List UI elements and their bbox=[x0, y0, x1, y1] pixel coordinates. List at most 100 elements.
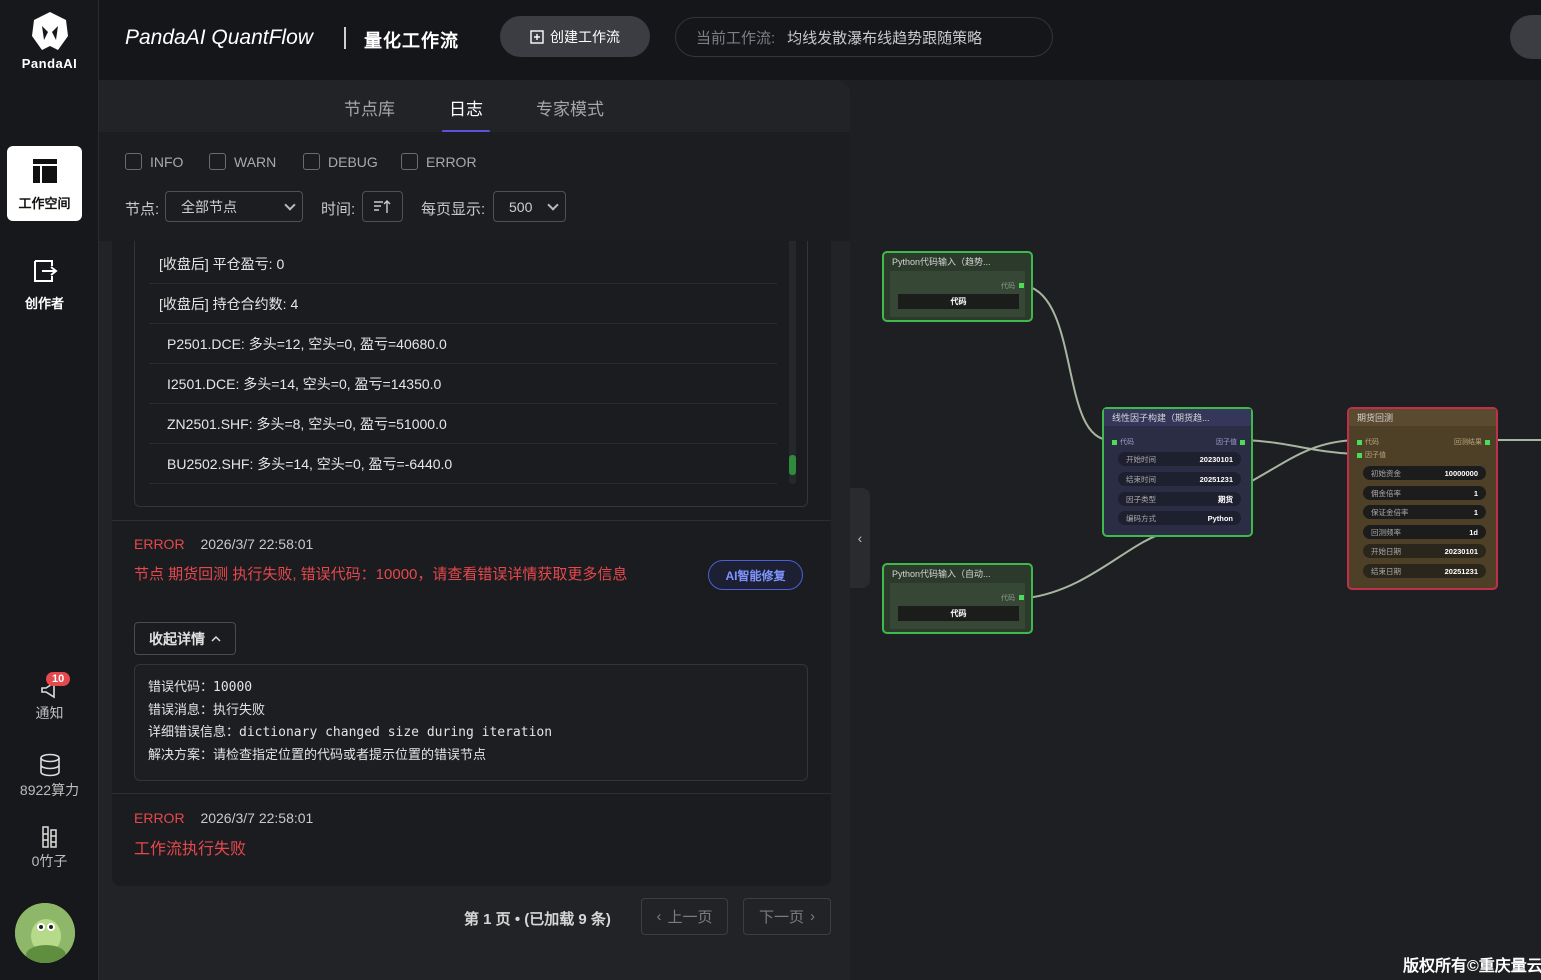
log-time: 2026/3/7 22:58:01 bbox=[200, 810, 314, 826]
param-key: 结束时间 bbox=[1126, 474, 1156, 484]
param-value: 1d bbox=[1469, 527, 1478, 537]
graph-node-linear-factor[interactable]: 线性因子构建（期货趋... 代码 因子值 开始时间 20230101 结束时间 20… bbox=[1102, 407, 1253, 537]
param-key: 编码方式 bbox=[1126, 513, 1156, 523]
node-param-row[interactable]: 结束日期 20251231 bbox=[1363, 564, 1486, 578]
next-page-label: 下一页 bbox=[758, 909, 804, 926]
prev-page-label: 上一页 bbox=[667, 909, 713, 926]
checkbox-box bbox=[401, 153, 418, 170]
inner-scrollbar-thumb[interactable] bbox=[789, 455, 796, 475]
panel-tabs: 节点库 日志 专家模式 bbox=[99, 80, 850, 133]
log-list[interactable]: [收盘后] 平仓盈亏: 0 [收盘后] 持仓合约数: 4 P2501.DCE: … bbox=[112, 241, 831, 886]
sort-ascending-icon bbox=[374, 199, 391, 213]
output-port[interactable] bbox=[1485, 440, 1490, 445]
collapse-details-button[interactable]: 收起详情 bbox=[134, 622, 236, 655]
output-port[interactable] bbox=[1019, 595, 1024, 600]
chevron-up-icon bbox=[211, 635, 221, 642]
filter-info-checkbox[interactable]: INFO bbox=[125, 153, 183, 170]
error-detail-line: 错误消息：执行失败 bbox=[148, 702, 266, 718]
edge-node3-node4-factor bbox=[1249, 439, 1356, 483]
chevron-right-icon: › bbox=[810, 908, 815, 925]
node-param-row[interactable]: 初始资金 10000000 bbox=[1363, 466, 1486, 480]
pagination: 第 1 页 • (已加载 9 条) ‹ 上一页 下一页 › bbox=[99, 898, 850, 938]
node-param-row[interactable]: 因子类型 期货 bbox=[1118, 492, 1241, 506]
node-param-row[interactable]: 回测频率 1d bbox=[1363, 525, 1486, 539]
node-code-field[interactable]: 代码 bbox=[898, 294, 1019, 309]
graph-node-python-input-trend[interactable]: Python代码输入（趋势... 代码 代码 bbox=[882, 251, 1033, 322]
log-time: 2026/3/7 22:58:01 bbox=[200, 536, 314, 552]
param-value: 20251231 bbox=[1444, 566, 1478, 576]
param-value: 期货 bbox=[1218, 494, 1233, 504]
param-value: 20230101 bbox=[1199, 454, 1233, 464]
filter-error-checkbox[interactable]: ERROR bbox=[401, 153, 477, 170]
time-sort-button[interactable] bbox=[362, 191, 403, 222]
copyright: 版权所有©重庆量云 bbox=[1403, 958, 1541, 975]
graph-node-futures-backtest[interactable]: 期货回测 代码 因子值 回测结果 初始资金 10000000 佣金倍率 1 保证金倍… bbox=[1347, 407, 1498, 590]
node-port-label: 因子值 bbox=[1216, 439, 1237, 446]
chevron-left-icon: ‹ bbox=[857, 530, 863, 546]
time-filter-label: 时间: bbox=[321, 201, 356, 218]
log-line: BU2502.SHF: 多头=14, 空头=0, 盈亏=-6440.0 bbox=[149, 444, 777, 484]
node-select-value: 全部节点 bbox=[181, 198, 237, 215]
log-line: [收盘后] 平仓盈亏: 0 bbox=[149, 244, 777, 284]
node-param-row[interactable]: 保证金倍率 1 bbox=[1363, 505, 1486, 519]
panel-collapse-handle[interactable]: ‹ bbox=[850, 488, 870, 588]
node-port-label: 因子值 bbox=[1365, 452, 1386, 459]
app-root: PandaAI 工作空间 创作者 10 通知 8922算力 0竹子 PandaA… bbox=[0, 0, 1541, 980]
tab-logs[interactable]: 日志 bbox=[449, 95, 483, 120]
ai-fix-button[interactable]: AI智能修复 bbox=[708, 560, 803, 590]
error-detail-line: 解决方案：请检查指定位置的代码或者提示位置的错误节点 bbox=[148, 747, 487, 763]
graph-node-python-input-auto[interactable]: Python代码输入（自动... 代码 代码 bbox=[882, 563, 1033, 634]
checkbox-label: ERROR bbox=[426, 153, 477, 170]
log-level: ERROR bbox=[134, 536, 185, 552]
log-entry-header: ERROR 2026/3/7 22:58:01 bbox=[134, 536, 313, 552]
error-details: 错误代码：10000 错误消息：执行失败 详细错误信息：dictionary c… bbox=[134, 664, 808, 781]
page-info: 第 1 页 • (已加载 9 条) bbox=[464, 911, 611, 928]
prev-page-button[interactable]: ‹ 上一页 bbox=[641, 898, 728, 935]
filter-warn-checkbox[interactable]: WARN bbox=[209, 153, 276, 170]
checkbox-label: INFO bbox=[150, 153, 184, 170]
node-param-row[interactable]: 结束时间 20251231 bbox=[1118, 472, 1241, 486]
output-port[interactable] bbox=[1240, 440, 1245, 445]
node-param-row[interactable]: 开始时间 20230101 bbox=[1118, 452, 1241, 466]
param-value: 1 bbox=[1473, 507, 1478, 517]
input-port[interactable] bbox=[1357, 453, 1362, 458]
node-param-row[interactable]: 编码方式 Python bbox=[1118, 511, 1241, 525]
param-value: 10000000 bbox=[1444, 468, 1478, 478]
entry-divider bbox=[112, 793, 831, 794]
tab-expert-mode[interactable]: 专家模式 bbox=[536, 95, 604, 120]
node-code-field[interactable]: 代码 bbox=[898, 606, 1019, 621]
log-line: I2501.DCE: 多头=14, 空头=0, 盈亏=14350.0 bbox=[149, 364, 777, 404]
param-key: 开始时间 bbox=[1126, 454, 1156, 464]
param-key: 因子类型 bbox=[1126, 494, 1156, 504]
checkbox-box bbox=[125, 153, 142, 170]
node-port-label: 代码 bbox=[1365, 439, 1379, 446]
edge-node2-node3 bbox=[1026, 531, 1169, 599]
node-param-row[interactable]: 开始日期 20230101 bbox=[1363, 544, 1486, 558]
log-error-message: 工作流执行失败 bbox=[134, 841, 247, 858]
tab-node-library[interactable]: 节点库 bbox=[344, 95, 395, 120]
param-key: 回测频率 bbox=[1371, 527, 1401, 537]
chevron-left-icon: ‹ bbox=[656, 908, 662, 925]
param-key: 保证金倍率 bbox=[1371, 507, 1409, 517]
log-entry-header: ERROR 2026/3/7 22:58:01 bbox=[134, 810, 313, 826]
param-value: 20251231 bbox=[1199, 474, 1233, 484]
checkbox-box bbox=[209, 153, 226, 170]
input-port[interactable] bbox=[1357, 440, 1362, 445]
next-page-button[interactable]: 下一页 › bbox=[743, 898, 831, 935]
param-value: 1 bbox=[1473, 488, 1478, 498]
filter-debug-checkbox[interactable]: DEBUG bbox=[303, 153, 378, 170]
log-panel: 节点库 日志 专家模式 INFO WARN DEBUG ERROR 节点: 全部… bbox=[99, 80, 850, 980]
output-port[interactable] bbox=[1019, 283, 1024, 288]
log-level: ERROR bbox=[134, 810, 185, 826]
param-key: 开始日期 bbox=[1371, 546, 1401, 556]
node-select[interactable]: 全部节点 bbox=[165, 191, 303, 222]
per-page-select[interactable]: 500 bbox=[493, 191, 566, 222]
log-filters: INFO WARN DEBUG ERROR 节点: 全部节点 时间: 每页显示:… bbox=[99, 132, 850, 241]
param-value: Python bbox=[1207, 513, 1233, 523]
input-port[interactable] bbox=[1112, 440, 1117, 445]
error-detail-line: 错误代码：10000 bbox=[148, 680, 253, 695]
log-output-scroll[interactable]: [收盘后] 平仓盈亏: 0 [收盘后] 持仓合约数: 4 P2501.DCE: … bbox=[149, 242, 777, 494]
node-param-row[interactable]: 佣金倍率 1 bbox=[1363, 486, 1486, 500]
inner-scrollbar-track[interactable] bbox=[789, 241, 796, 484]
param-key: 初始资金 bbox=[1371, 468, 1401, 478]
